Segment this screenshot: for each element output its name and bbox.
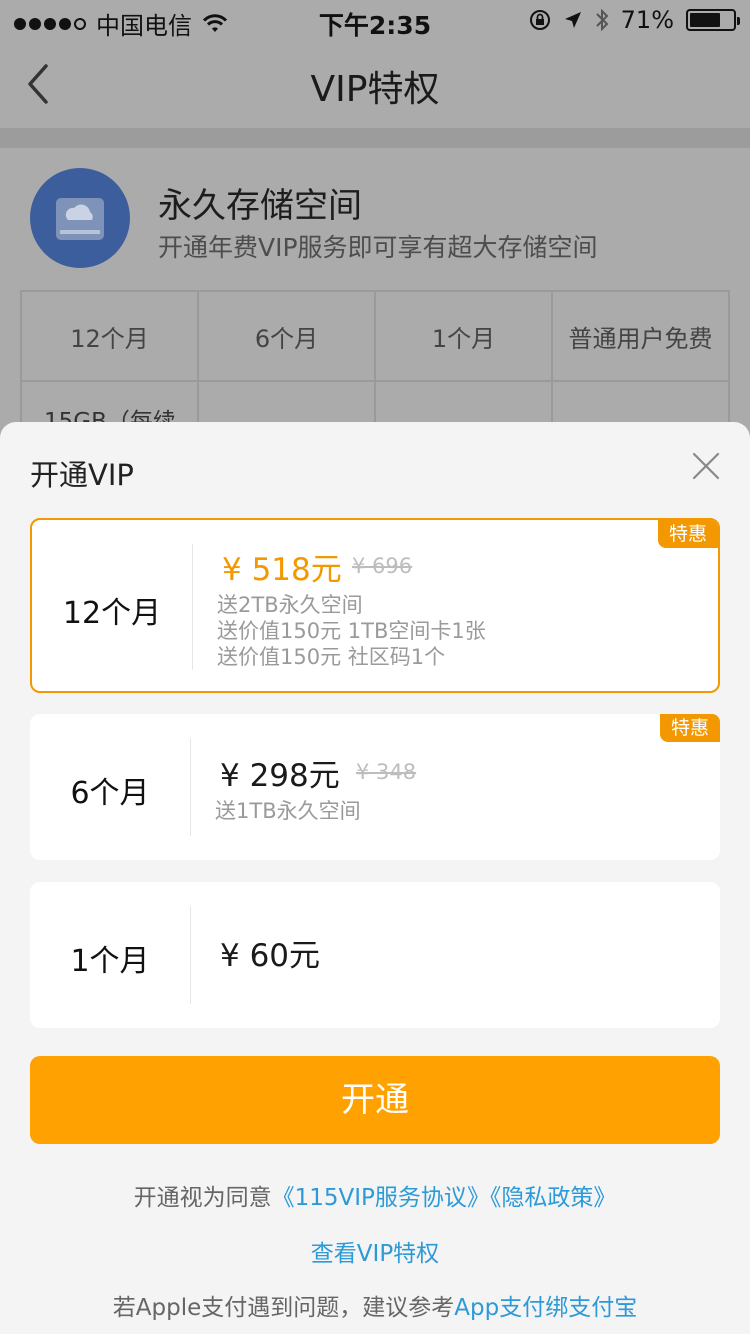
close-icon[interactable] <box>692 452 720 480</box>
cloud-storage-icon <box>30 168 130 268</box>
plan-price: ¥ 60元 <box>220 938 321 974</box>
plan-12-months[interactable]: 特惠 12个月 ¥ 518元 ¥ 696 送2TB永久空间 送价值150元 1T… <box>30 518 720 693</box>
agreement-prefix: 开通视为同意 <box>133 1185 272 1211</box>
nav-bar: VIP特权 <box>0 40 750 128</box>
table-header: 1个月 <box>374 290 553 382</box>
plan-period: 6个月 <box>70 776 150 811</box>
storage-description: 开通年费VIP服务即可享有超大存储空间 <box>158 233 598 262</box>
agreement-text: 开通视为同意《115VIP服务协议》《隐私政策》 <box>0 1178 750 1212</box>
perk-item: 送价值150元 社区码1个 <box>217 645 446 669</box>
bluetooth-icon <box>595 8 609 32</box>
plan-1-month[interactable]: 1个月 ¥ 60元 <box>30 882 720 1028</box>
perk-item: 送1TB永久空间 <box>215 799 361 823</box>
perk-item: 送价值150元 1TB空间卡1张 <box>217 619 486 643</box>
section-separator <box>0 128 750 148</box>
service-agreement-link[interactable]: 《115VIP服务协议》 <box>272 1185 490 1211</box>
plan-6-months[interactable]: 特惠 6个月 ¥ 298元 ¥ 348 送1TB永久空间 <box>30 714 720 860</box>
status-right: 71% <box>529 6 740 34</box>
vip-purchase-sheet: 开通VIP 特惠 12个月 ¥ 518元 ¥ 696 送2TB永久空间 送价值1… <box>0 422 750 1334</box>
hint-prefix: 若Apple支付遇到问题，建议参考 <box>112 1295 455 1321</box>
original-price: ¥ 348 <box>356 760 417 784</box>
original-price: ¥ 696 <box>352 554 413 578</box>
battery-percent: 71% <box>620 6 674 34</box>
table-header: 6个月 <box>197 290 376 382</box>
divider <box>190 738 191 836</box>
background-page: 永久存储空间 开通年费VIP服务即可享有超大存储空间 12个月 6个月 1个月 … <box>0 148 750 448</box>
perk-item: 送2TB永久空间 <box>217 593 363 617</box>
plan-period: 1个月 <box>70 944 150 979</box>
comparison-table: 12个月 6个月 1个月 普通用户免费 15GB（每续 <box>20 290 730 442</box>
plan-perks: 送1TB永久空间 <box>215 798 361 824</box>
alipay-binding-link[interactable]: App支付绑支付宝 <box>454 1295 637 1321</box>
apple-pay-hint: 若Apple支付遇到问题，建议参考App支付绑支付宝 <box>0 1288 750 1322</box>
plan-perks: 送2TB永久空间 送价值150元 1TB空间卡1张 送价值150元 社区码1个 <box>217 592 486 670</box>
discount-badge: 特惠 <box>658 520 718 548</box>
location-icon <box>564 12 581 28</box>
table-header: 普通用户免费 <box>551 290 730 382</box>
table-header: 12个月 <box>20 290 199 382</box>
plan-price: ¥ 518元 <box>222 552 342 588</box>
view-vip-privileges-link[interactable]: 查看VIP特权 <box>0 1234 750 1268</box>
divider <box>192 544 193 670</box>
sheet-title: 开通VIP <box>30 458 134 492</box>
orientation-lock-icon <box>529 10 550 30</box>
page-title: VIP特权 <box>310 69 440 110</box>
plan-price: ¥ 298元 <box>220 758 340 794</box>
divider <box>190 906 191 1004</box>
discount-badge: 特惠 <box>660 714 720 742</box>
storage-title: 永久存储空间 <box>158 186 362 226</box>
plan-period: 12个月 <box>62 596 162 631</box>
privacy-policy-link[interactable]: 《隐私政策》 <box>490 1185 617 1211</box>
battery-icon <box>686 9 740 31</box>
status-bar: 中国电信 下午2:35 71% <box>0 0 750 40</box>
open-vip-button[interactable]: 开通 <box>30 1056 720 1144</box>
